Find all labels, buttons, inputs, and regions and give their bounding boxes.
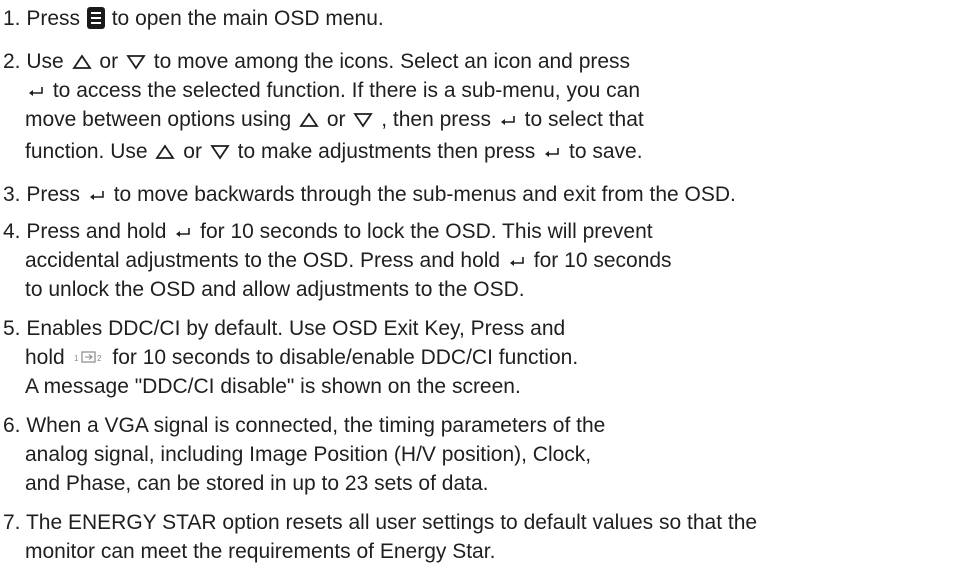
item-6-text: analog signal, including Image Position … bbox=[25, 443, 592, 466]
item-5-line-1: 5. Enables DDC/CI by default. Use OSD Ex… bbox=[3, 314, 565, 343]
item-6-text: and Phase, can be stored in up to 23 set… bbox=[25, 472, 489, 495]
svg-text:2: 2 bbox=[97, 354, 102, 363]
item-5-line-2: hold 1 2 for 10 seconds to disable/enabl… bbox=[25, 343, 578, 372]
item-2-text: or bbox=[99, 50, 119, 73]
item-2-line-4: function. Use or to make adjustments the… bbox=[25, 137, 643, 166]
item-4-line-3: to unlock the OSD and allow adjustments … bbox=[25, 275, 525, 304]
input-source-icon: 1 2 bbox=[74, 351, 102, 363]
item-2-text: to access the selected function. If ther… bbox=[52, 79, 641, 102]
item-7-line-2: monitor can meet the requirements of Ene… bbox=[25, 537, 495, 566]
item-2-text: to move among the icons. Select an icon … bbox=[153, 50, 631, 73]
item-4-text: to unlock the OSD and allow adjustments … bbox=[25, 278, 525, 301]
item-3-text: 3. Press bbox=[3, 183, 81, 206]
item-7-text: 7. The ENERGY STAR option resets all use… bbox=[3, 511, 758, 534]
item-2-text: 2. Use bbox=[3, 50, 64, 73]
down-triangle-icon bbox=[126, 55, 146, 71]
item-2-text: , then press bbox=[381, 108, 491, 131]
item-2-line-3: move between options using or , then pre… bbox=[25, 105, 644, 134]
item-2-line-2: to access the selected function. If ther… bbox=[25, 76, 640, 105]
menu-button-icon bbox=[86, 7, 105, 29]
item-5-line-3: A message "DDC/CI disable" is shown on t… bbox=[25, 372, 521, 401]
item-2-line-1: 2. Use or to move among the icons. Selec… bbox=[3, 47, 630, 76]
item-5-text: A message "DDC/CI disable" is shown on t… bbox=[25, 375, 521, 398]
item-5-text: hold bbox=[25, 346, 65, 369]
enter-return-icon bbox=[29, 87, 43, 97]
up-triangle-icon bbox=[71, 54, 92, 70]
enter-return-icon bbox=[89, 191, 104, 201]
item-1-text-b: to open the main OSD menu. bbox=[111, 7, 384, 30]
item-3-line: 3. Press to move backwards through the s… bbox=[3, 180, 736, 209]
item-2-text: or bbox=[326, 108, 346, 131]
item-1-line: 1. Press to open the main OSD menu. bbox=[3, 4, 384, 33]
item-2-text: or bbox=[183, 140, 202, 163]
item-5-text: for 10 seconds to disable/enable DDC/CI … bbox=[112, 346, 579, 369]
item-4-text: accidental adjustments to the OSD. Press… bbox=[25, 249, 501, 272]
item-6-line-3: and Phase, can be stored in up to 23 set… bbox=[25, 469, 489, 498]
item-4-line-1: 4. Press and hold for 10 seconds to lock… bbox=[3, 217, 653, 246]
item-4-line-2: accidental adjustments to the OSD. Press… bbox=[25, 246, 672, 275]
down-triangle-icon bbox=[353, 113, 374, 129]
item-4-text: for 10 seconds bbox=[533, 249, 672, 272]
item-6-line-1: 6. When a VGA signal is connected, the t… bbox=[3, 411, 605, 440]
enter-return-icon bbox=[509, 257, 524, 267]
item-7-line-1: 7. The ENERGY STAR option resets all use… bbox=[3, 508, 757, 537]
item-2-text: to make adjustments then press bbox=[237, 140, 536, 163]
item-6-text: 6. When a VGA signal is connected, the t… bbox=[3, 414, 606, 437]
item-2-text: to save. bbox=[568, 140, 643, 163]
item-2-text: function. Use bbox=[25, 140, 148, 163]
down-triangle-icon bbox=[210, 145, 230, 161]
item-6-line-2: analog signal, including Image Position … bbox=[25, 440, 591, 469]
svg-text:1: 1 bbox=[74, 354, 79, 363]
enter-return-icon bbox=[176, 228, 191, 238]
item-4-text: for 10 seconds to lock the OSD. This wil… bbox=[200, 220, 653, 243]
up-triangle-icon bbox=[155, 144, 176, 160]
item-4-text: 4. Press and hold bbox=[3, 220, 167, 243]
enter-return-icon bbox=[545, 148, 559, 158]
enter-return-icon bbox=[500, 116, 515, 126]
item-1-text-a: 1. Press bbox=[3, 7, 81, 30]
item-2-text: to select that bbox=[524, 108, 644, 131]
item-3-text: to move backwards through the sub-menus … bbox=[113, 183, 736, 206]
item-2-text: move between options using bbox=[25, 108, 292, 131]
item-7-text: monitor can meet the requirements of Ene… bbox=[25, 540, 496, 563]
item-5-text: 5. Enables DDC/CI by default. Use OSD Ex… bbox=[3, 317, 566, 340]
up-triangle-icon bbox=[299, 112, 319, 128]
